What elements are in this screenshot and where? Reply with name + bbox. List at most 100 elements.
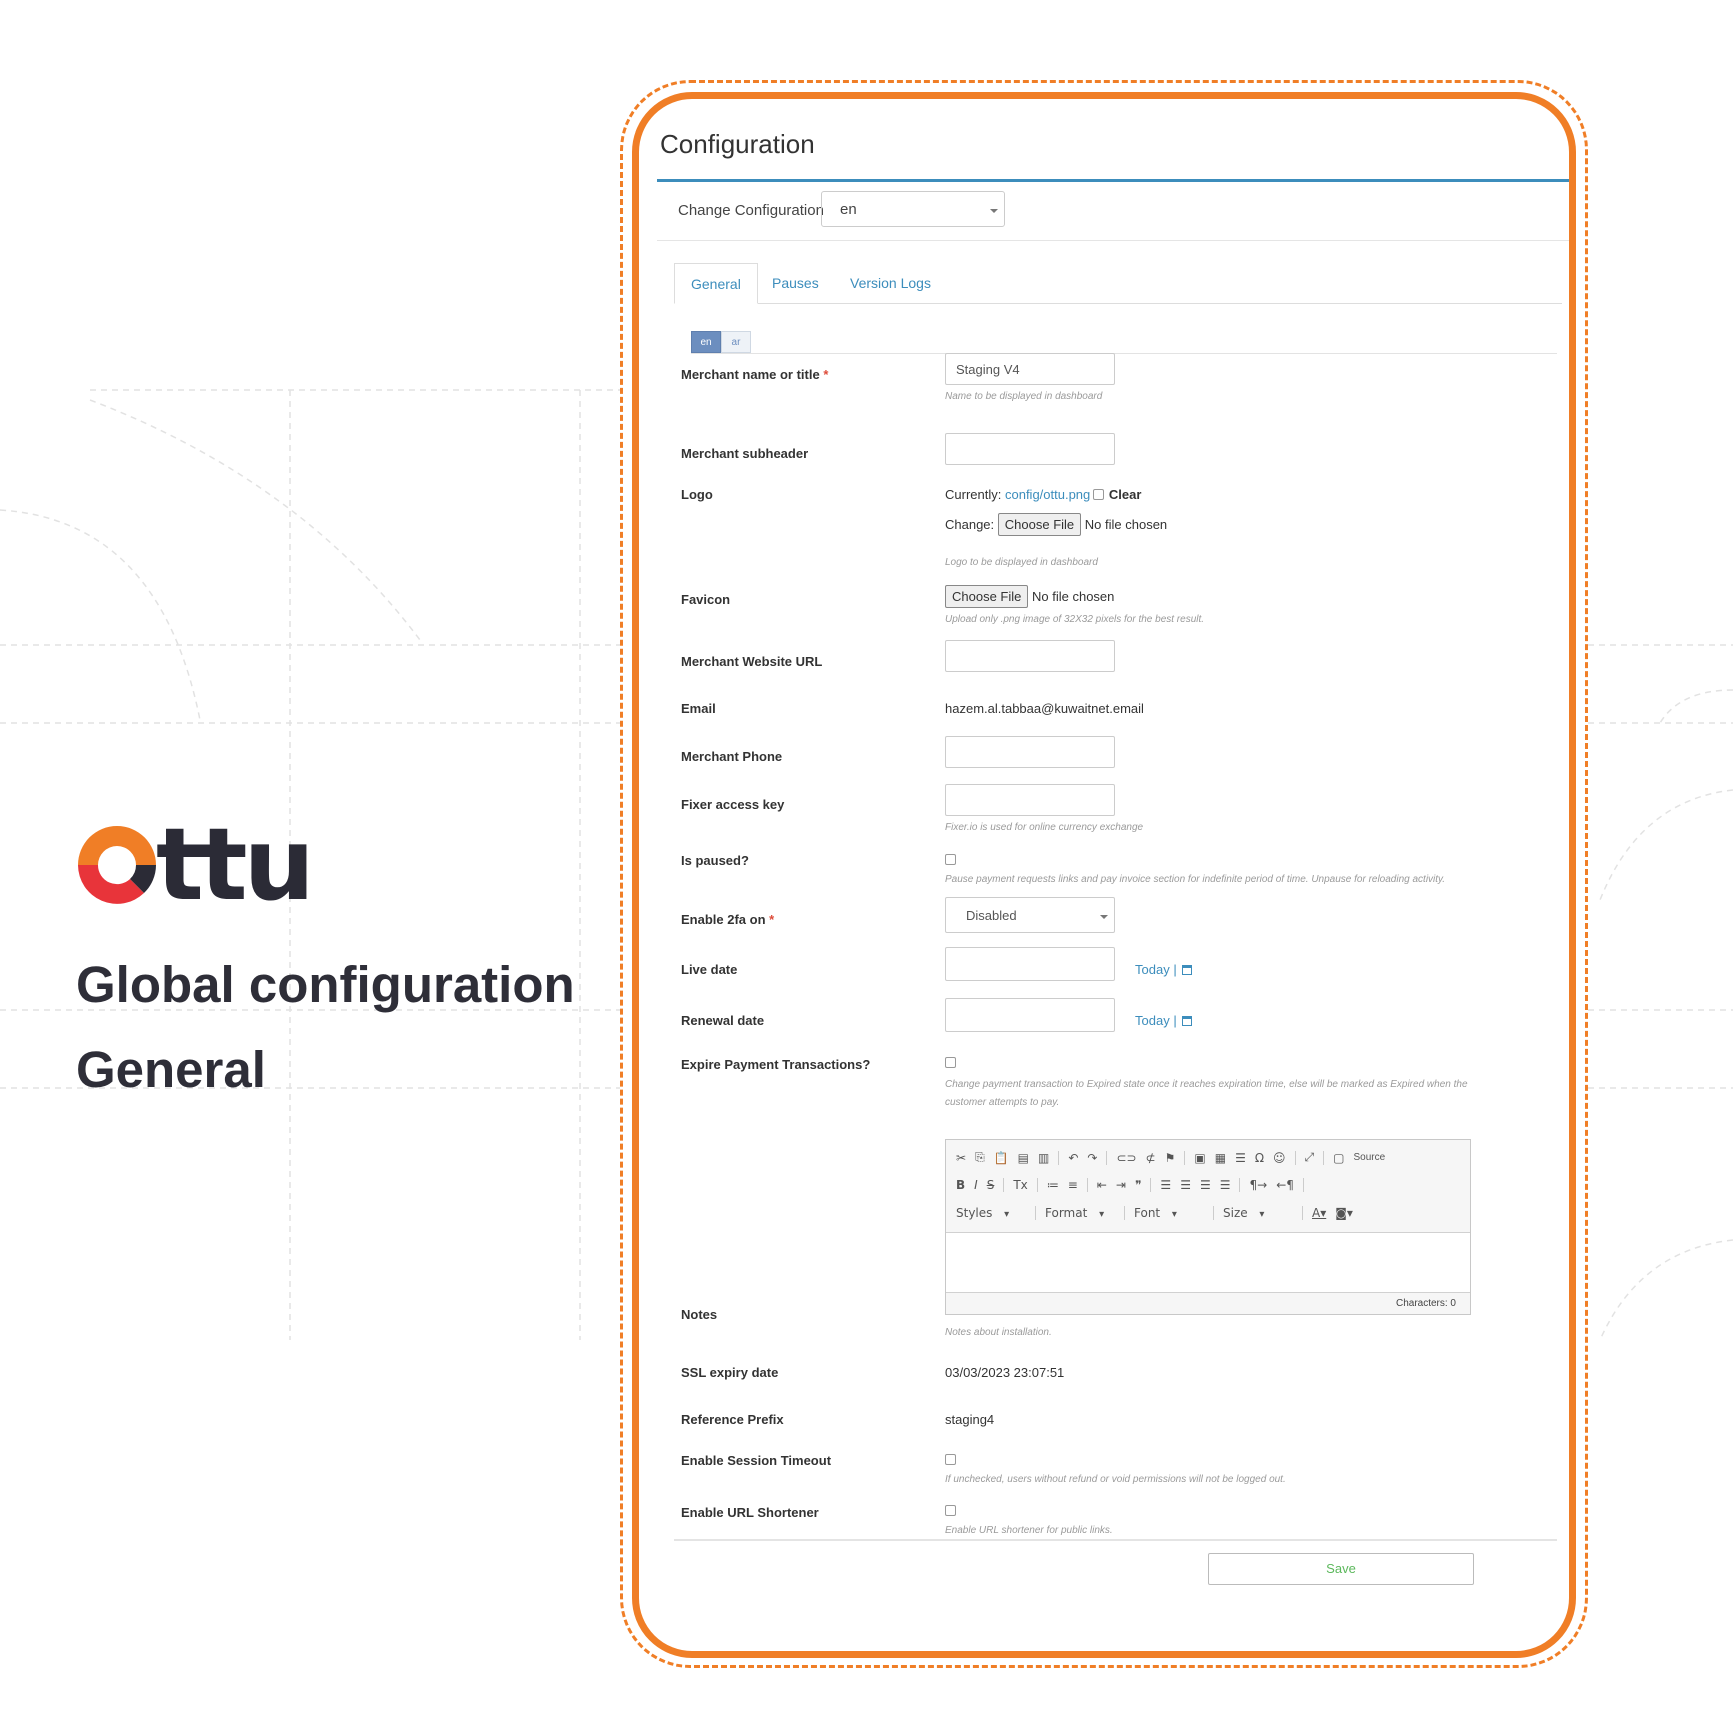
renewal-date-today-link[interactable]: Today |: [1135, 1013, 1193, 1028]
styles-dropdown[interactable]: Styles ▾: [956, 1206, 1026, 1220]
paused-label: Is paused?: [681, 853, 749, 868]
source-button[interactable]: Source: [1353, 1152, 1385, 1163]
expire-checkbox[interactable]: [945, 1057, 956, 1068]
session-timeout-checkbox[interactable]: [945, 1454, 956, 1465]
bullet-list-icon[interactable]: ≡: [1068, 1178, 1078, 1192]
blockquote-icon[interactable]: ❞: [1135, 1178, 1141, 1192]
merchant-name-input[interactable]: Staging V4: [945, 353, 1115, 385]
notes-label: Notes: [681, 1307, 718, 1322]
logo-label: Logo: [681, 487, 713, 502]
notes-editor[interactable]: ✂ ⎘ 📋 ▤ ▥ ↶ ↷ ⊂⊃ ⊄ ⚑ ▣ ▦ ☰ Ω ☺ ⤢ ▢ Sourc…: [945, 1139, 1471, 1315]
horizontal-rule-icon[interactable]: ☰: [1235, 1151, 1246, 1165]
tab-general[interactable]: General: [674, 263, 758, 304]
live-date-today-link[interactable]: Today |: [1135, 962, 1193, 977]
calendar-icon[interactable]: [1182, 1016, 1193, 1026]
divider: [674, 1539, 1557, 1541]
logo-wordmark: ttu: [156, 806, 315, 923]
twofa-select[interactable]: Disabled: [945, 897, 1115, 933]
subheadline: General: [76, 1041, 266, 1098]
live-date-input[interactable]: [945, 947, 1115, 981]
favicon-choose-file-button[interactable]: Choose File: [945, 585, 1029, 608]
text-color-icon[interactable]: A▾: [1312, 1206, 1326, 1220]
calendar-icon[interactable]: [1182, 965, 1193, 975]
smiley-icon[interactable]: ☺: [1273, 1151, 1286, 1165]
paste-text-icon[interactable]: ▤: [1018, 1151, 1029, 1165]
url-shortener-checkbox[interactable]: [945, 1505, 956, 1516]
strike-icon[interactable]: S: [987, 1178, 995, 1192]
undo-icon[interactable]: ↶: [1068, 1151, 1078, 1165]
session-timeout-help: If unchecked, users without refund or vo…: [945, 1474, 1286, 1485]
link-icon[interactable]: ⊂⊃: [1116, 1151, 1136, 1165]
ltr-icon[interactable]: ¶→: [1249, 1178, 1267, 1192]
merchant-name-label: Merchant name or title *: [681, 367, 829, 382]
email-label: Email: [681, 701, 716, 716]
align-right-icon[interactable]: ☰: [1200, 1178, 1211, 1192]
align-left-icon[interactable]: ☰: [1160, 1178, 1171, 1192]
logo-change-row: Change: Choose File No file chosen: [945, 513, 1167, 536]
save-button[interactable]: Save: [1208, 1553, 1474, 1585]
lang-en-button[interactable]: en: [691, 331, 721, 353]
image-icon[interactable]: ▣: [1194, 1151, 1205, 1165]
prefix-label: Reference Prefix: [681, 1412, 784, 1427]
special-char-icon[interactable]: Ω: [1255, 1151, 1264, 1165]
favicon-label: Favicon: [681, 592, 731, 607]
configuration-card: Configuration Change Configuration en Ge…: [639, 99, 1569, 1651]
tab-pauses[interactable]: Pauses: [756, 263, 835, 303]
numbered-list-icon[interactable]: ≔: [1047, 1178, 1059, 1192]
brand-logo: ttu: [74, 806, 315, 923]
unlink-icon[interactable]: ⊄: [1146, 1151, 1156, 1165]
indent-icon[interactable]: ⇥: [1116, 1178, 1126, 1192]
anchor-flag-icon[interactable]: ⚑: [1165, 1151, 1176, 1165]
change-configuration-label: Change Configuration: [678, 202, 824, 219]
align-center-icon[interactable]: ☰: [1180, 1178, 1191, 1192]
chevron-down-icon: [1100, 915, 1108, 919]
paste-icon[interactable]: 📋: [994, 1151, 1009, 1165]
paused-checkbox[interactable]: [945, 854, 956, 865]
outdent-icon[interactable]: ⇤: [1097, 1178, 1107, 1192]
website-label: Merchant Website URL: [681, 654, 823, 669]
twofa-label: Enable 2fa on *: [681, 912, 775, 927]
configuration-select[interactable]: en: [821, 191, 1005, 227]
bold-icon[interactable]: B: [956, 1178, 965, 1192]
expire-help-2: customer attempts to pay.: [945, 1097, 1060, 1108]
lang-ar-button[interactable]: ar: [721, 331, 751, 353]
ottu-logo-icon: [78, 826, 156, 904]
cut-icon[interactable]: ✂: [956, 1151, 966, 1165]
merchant-subheader-input[interactable]: [945, 433, 1115, 465]
fixer-help: Fixer.io is used for online currency exc…: [945, 822, 1144, 833]
remove-format-icon[interactable]: Tx: [1013, 1178, 1027, 1192]
logo-current-link[interactable]: config/ottu.png: [1005, 487, 1090, 502]
source-icon[interactable]: ▢: [1333, 1151, 1344, 1165]
renewal-date-input[interactable]: [945, 998, 1115, 1032]
rtl-icon[interactable]: ←¶: [1276, 1178, 1294, 1192]
redo-icon[interactable]: ↷: [1087, 1151, 1097, 1165]
italic-icon[interactable]: I: [974, 1178, 978, 1192]
session-timeout-label: Enable Session Timeout: [681, 1453, 832, 1468]
favicon-help: Upload only .png image of 32X32 pixels f…: [945, 614, 1205, 625]
divider: [691, 353, 1557, 354]
live-date-label: Live date: [681, 962, 738, 977]
fixer-input[interactable]: [945, 784, 1115, 816]
paste-word-icon[interactable]: ▥: [1038, 1151, 1049, 1165]
bg-color-icon[interactable]: ◙▾: [1335, 1206, 1353, 1220]
tab-version-logs[interactable]: Version Logs: [834, 263, 947, 303]
table-icon[interactable]: ▦: [1215, 1151, 1226, 1165]
notes-help: Notes about installation.: [945, 1327, 1052, 1338]
logo-choose-file-button[interactable]: Choose File: [997, 513, 1082, 536]
url-shortener-help: Enable URL shortener for public links.: [945, 1525, 1113, 1536]
change-configuration-row: Change Configuration en: [657, 182, 1569, 241]
maximize-icon[interactable]: ⤢: [1305, 1150, 1315, 1165]
phone-input[interactable]: [945, 736, 1115, 768]
phone-label: Merchant Phone: [681, 749, 783, 764]
justify-icon[interactable]: ☰: [1220, 1178, 1231, 1192]
renewal-date-label: Renewal date: [681, 1013, 765, 1028]
format-dropdown[interactable]: Format ▾: [1045, 1206, 1115, 1220]
url-shortener-label: Enable URL Shortener: [681, 1505, 819, 1520]
expire-label: Expire Payment Transactions?: [681, 1057, 871, 1072]
logo-clear-checkbox[interactable]: [1093, 489, 1105, 500]
website-input[interactable]: [945, 640, 1115, 672]
size-dropdown[interactable]: Size ▾: [1223, 1206, 1293, 1220]
tab-bar: General Pauses Version Logs: [674, 263, 1562, 304]
copy-icon[interactable]: ⎘: [975, 1150, 985, 1165]
font-dropdown[interactable]: Font ▾: [1134, 1206, 1204, 1220]
